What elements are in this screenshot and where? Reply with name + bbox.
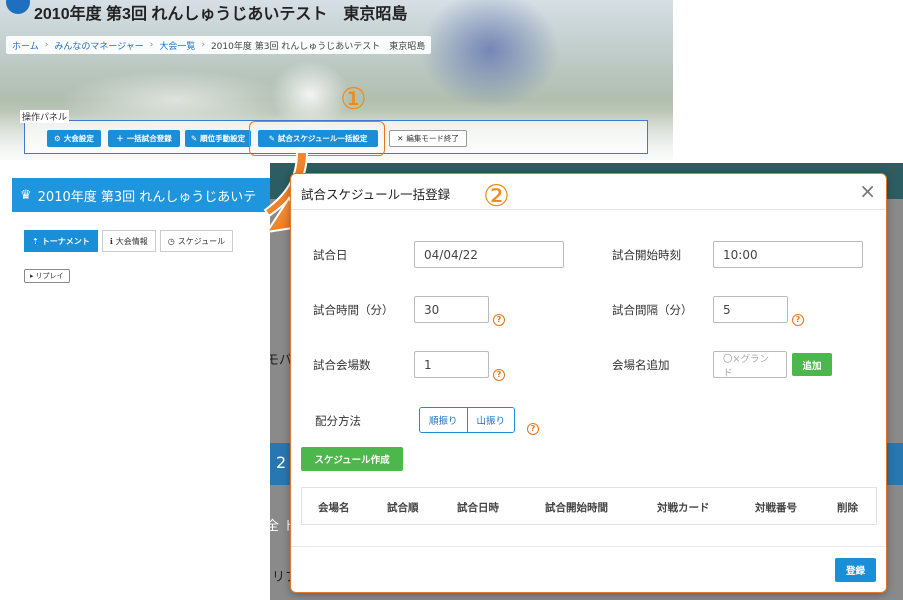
- create-schedule-button[interactable]: スケジュール作成: [301, 447, 403, 471]
- distribution-option-sequential[interactable]: 順振り: [420, 408, 467, 432]
- modal-footer: 登録: [291, 546, 886, 592]
- column-header: 対戦カード: [657, 502, 710, 514]
- breadcrumb-tournament-list[interactable]: 大会一覧: [159, 39, 195, 52]
- venue-count-label: 試合会場数: [313, 358, 371, 372]
- column-header: 削除: [837, 502, 858, 514]
- bulk-match-register-button[interactable]: ＋ 一括試合登録: [108, 130, 180, 147]
- breadcrumb: ホーム › みんなのマネージャー › 大会一覧 › 2010年度 第3回 れんし…: [6, 36, 432, 54]
- play-icon: ▸: [30, 272, 34, 280]
- page-title: 2010年度 第3回 れんしゅうじあいテスト 東京昭島: [34, 6, 408, 23]
- venue-add-label: 会場名追加: [612, 358, 670, 372]
- distribution-option-mountain[interactable]: 山振り: [466, 408, 515, 432]
- column-header: 対戦番号: [755, 502, 797, 514]
- backdrop-text: 2: [276, 453, 287, 472]
- start-time-label: 試合開始時刻: [612, 248, 681, 262]
- step-2-marker: ②: [483, 179, 510, 214]
- column-header: 会場名: [318, 502, 350, 514]
- match-date-input[interactable]: 04/04/22: [414, 241, 564, 268]
- tab-bar: ⇡ トーナメント ℹ 大会情報 ◷ スケジュール: [24, 230, 234, 252]
- step-1-marker: ①: [340, 82, 367, 117]
- start-time-input[interactable]: 10:00: [713, 241, 863, 268]
- submit-button[interactable]: 登録: [835, 558, 876, 582]
- help-icon[interactable]: ?: [792, 314, 804, 326]
- edit-icon: ✎: [190, 134, 198, 143]
- duration-input[interactable]: 30: [414, 296, 489, 323]
- tab-tournament[interactable]: ⇡ トーナメント: [24, 230, 98, 252]
- chevron-right-icon: ›: [44, 40, 49, 50]
- distribution-label: 配分方法: [315, 414, 361, 428]
- end-edit-mode-button[interactable]: ✕ 編集モード終了: [389, 130, 467, 147]
- column-header: 試合開始時間: [545, 502, 608, 514]
- close-icon[interactable]: ×: [859, 180, 876, 202]
- help-icon[interactable]: ?: [493, 369, 505, 381]
- help-icon[interactable]: ?: [527, 423, 539, 435]
- chevron-right-icon: ›: [201, 40, 205, 50]
- interval-label: 試合間隔（分）: [612, 303, 693, 317]
- plus-icon: ＋: [116, 134, 124, 143]
- column-header: 試合順: [387, 502, 419, 514]
- schedule-bulk-modal: 試合スケジュール一括登録 × ② 試合日 04/04/22 試合開始時刻 10:…: [290, 173, 887, 593]
- breadcrumb-current: 2010年度 第3回 れんしゅうじあいテスト 東京昭島: [210, 41, 426, 52]
- tournament-icon: ⇡: [32, 236, 39, 246]
- close-icon: ✕: [397, 134, 404, 143]
- help-icon[interactable]: ?: [493, 314, 505, 326]
- tab-info[interactable]: ℹ 大会情報: [101, 230, 156, 252]
- gear-icon: ⚙: [54, 134, 61, 143]
- modal-header: 試合スケジュール一括登録 ×: [291, 174, 886, 210]
- breadcrumb-manager[interactable]: みんなのマネージャー: [54, 39, 143, 52]
- operation-panel-label: 操作パネル: [20, 110, 70, 123]
- tournament-settings-button[interactable]: ⚙ 大会設定: [47, 130, 101, 147]
- info-icon: ℹ: [109, 236, 113, 246]
- backdrop-text: モパ: [270, 353, 293, 368]
- distribution-toggle: 順振り 山振り: [419, 407, 516, 433]
- breadcrumb-home[interactable]: ホーム: [12, 39, 39, 52]
- match-date-label: 試合日: [313, 248, 348, 262]
- venue-count-input[interactable]: 1: [414, 351, 489, 378]
- venue-name-input[interactable]: 〇×グランド: [713, 351, 787, 379]
- clock-icon: ◷: [167, 236, 175, 246]
- duration-label: 試合時間（分）: [313, 303, 394, 317]
- schedule-table: 会場名 試合順 試合日時 試合開始時間 対戦カード 対戦番号 削除: [301, 487, 877, 525]
- add-venue-button[interactable]: 追加: [792, 353, 832, 376]
- crown-icon: ♛: [20, 187, 32, 203]
- modal-title: 試合スケジュール一括登録: [301, 187, 451, 202]
- tab-schedule[interactable]: ◷ スケジュール: [159, 230, 234, 252]
- replay-button[interactable]: ▸ リプレイ: [24, 269, 70, 283]
- column-header: 試合日時: [457, 502, 499, 514]
- chevron-right-icon: ›: [149, 40, 154, 50]
- manual-ranking-button[interactable]: ✎ 順位手動設定: [185, 130, 251, 147]
- interval-input[interactable]: 5: [713, 296, 788, 323]
